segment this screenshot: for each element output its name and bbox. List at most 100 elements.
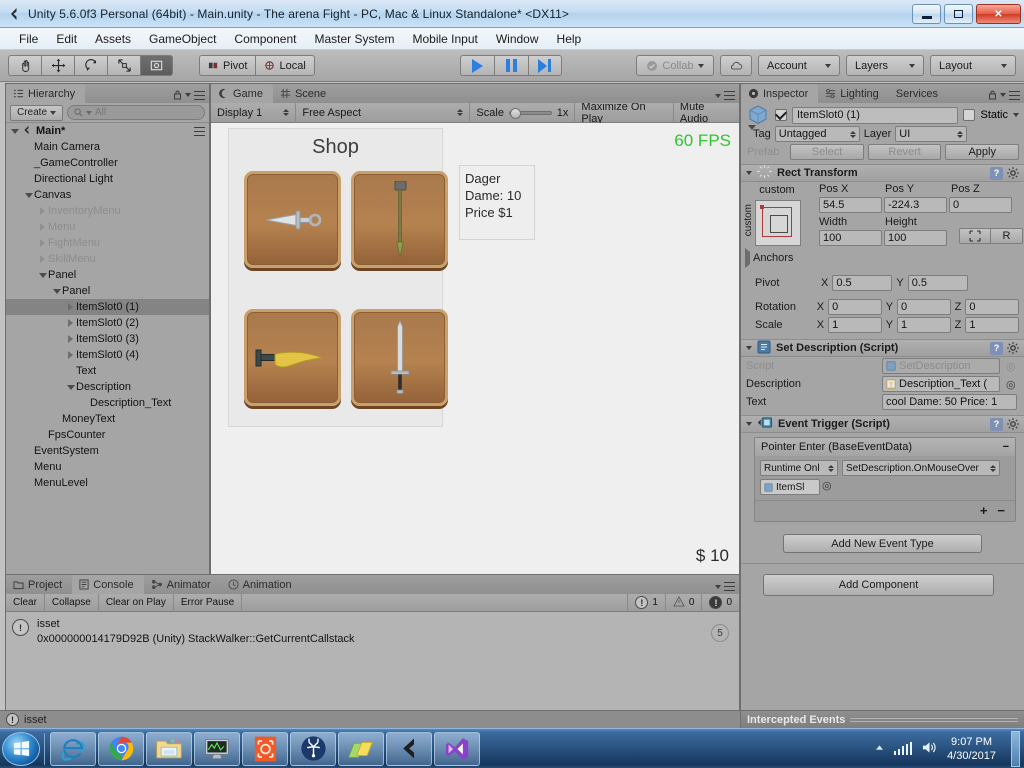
volume-icon[interactable] [921,740,938,758]
tab-project[interactable]: Project [6,575,72,594]
chevron-down-icon[interactable] [37,272,48,278]
taskbar-files-app[interactable] [338,731,384,766]
rotation-z-input[interactable]: 0 [965,299,1020,315]
scale-tool-button[interactable] [107,55,140,76]
runtime-mode-dropdown[interactable]: Runtime Onl [760,460,838,476]
pause-button[interactable] [493,55,528,76]
tab-services[interactable]: Services [889,84,948,103]
rotation-y-input[interactable]: 0 [897,299,951,315]
tab-animator[interactable]: Animator [144,575,221,594]
hierarchy-item[interactable]: Text [6,363,209,379]
taskbar-sourcetree[interactable] [290,731,336,766]
layers-dropdown[interactable]: Layers [846,55,924,76]
intercepted-events-footer[interactable]: Intercepted Events [741,710,1024,728]
tab-inspector[interactable]: Inspector [741,84,819,103]
account-dropdown[interactable]: Account [758,55,840,76]
console-log-entry[interactable]: ! isset 0x000000014179D92B (Unity) Stack… [6,612,739,652]
aspect-dropdown[interactable]: Free Aspect [296,102,471,123]
scene-menu-icon[interactable] [194,126,205,136]
mute-audio-toggle[interactable]: Mute Audio [674,101,739,125]
rect-tool-button[interactable] [140,55,173,76]
pivot-toggle[interactable]: Pivot [199,55,256,76]
tab-scene[interactable]: Scene [273,84,336,103]
hierarchy-item[interactable]: Description_Text [6,395,209,411]
taskbar-media-monitor[interactable] [194,731,240,766]
taskbar-visual-studio[interactable] [434,731,480,766]
console-warning-filter[interactable]: 0 [664,593,702,612]
static-checkbox[interactable] [963,109,976,121]
chevron-down-icon[interactable] [23,192,34,198]
anchors-foldout[interactable]: Anchors [745,248,793,268]
collab-button[interactable]: Collab [636,55,714,76]
hierarchy-item[interactable]: Canvas [6,187,209,203]
object-name-input[interactable]: ItemSlot0 (1) [792,106,959,124]
menu-mobile-input[interactable]: Mobile Input [403,30,486,48]
description-field[interactable]: T Description_Text ( [882,376,1000,392]
tab-console[interactable]: Console [72,575,144,594]
item-slot-spear[interactable] [351,171,448,268]
hand-tool-button[interactable] [8,55,41,76]
menu-icon[interactable] [194,90,205,100]
layout-dropdown[interactable]: Layout [930,55,1016,76]
local-toggle[interactable]: Local [255,55,315,76]
object-picker-icon[interactable]: ◎ [1006,360,1016,373]
chevron-right-icon[interactable] [65,335,76,343]
chevron-down-icon[interactable] [746,422,752,426]
chevron-down-icon[interactable] [746,346,752,350]
text-input[interactable]: cool Dame: 50 Price: 1 [882,394,1017,410]
console-info-filter[interactable]: ! 0 [701,593,739,612]
hierarchy-item[interactable]: Main Camera [6,139,209,155]
console-log-list[interactable]: ! isset 0x000000014179D92B (Unity) Stack… [6,612,739,710]
chevron-right-icon[interactable] [65,303,76,311]
tab-game[interactable]: Game [211,84,273,103]
menu-help[interactable]: Help [548,30,591,48]
scale-slider[interactable] [508,107,552,119]
cloud-button[interactable] [720,55,752,76]
game-canvas[interactable]: 60 FPS $ 10 Shop Dager Dame: 10 Price $1 [211,123,739,575]
move-tool-button[interactable] [41,55,74,76]
chevron-right-icon[interactable] [37,223,48,231]
menu-icon[interactable] [724,91,735,100]
chevron-right-icon[interactable] [37,255,48,263]
chevron-right-icon[interactable] [37,239,48,247]
layer-dropdown[interactable]: UI [895,126,968,142]
menu-file[interactable]: File [10,30,47,48]
hierarchy-item[interactable]: InventoryMenu [6,203,209,219]
callback-object-field[interactable]: ItemSl [760,479,820,495]
pos-x-input[interactable]: 54.5 [819,197,882,213]
hierarchy-item[interactable]: ItemSlot0 (4) [6,347,209,363]
scale-z-input[interactable]: 1 [965,317,1020,333]
menu-icon[interactable] [1009,90,1020,100]
chevron-down-icon[interactable] [65,384,76,390]
hierarchy-item[interactable]: Panel [6,267,209,283]
menu-edit[interactable]: Edit [47,30,86,48]
prefab-revert-button[interactable]: Revert [867,144,942,160]
console-collapse-toggle[interactable]: Collapse [45,593,99,612]
chevron-right-icon[interactable] [37,207,48,215]
pos-y-input[interactable]: -224.3 [884,197,947,213]
callback-function-dropdown[interactable]: SetDescription.OnMouseOver [842,460,1000,476]
help-icon[interactable]: ? [990,417,1003,431]
hierarchy-item[interactable]: ItemSlot0 (2) [6,315,209,331]
taskbar-clock[interactable]: 9:07 PM 4/30/2017 [947,735,996,763]
hierarchy-item[interactable]: EventSystem [6,443,209,459]
menu-component[interactable]: Component [225,30,305,48]
tab-lighting[interactable]: Lighting [818,84,889,103]
hierarchy-search-input[interactable]: All [67,105,205,120]
tab-animation[interactable]: Animation [221,575,302,594]
minimize-button[interactable] [912,4,941,24]
raw-edit-button[interactable]: R [991,228,1023,244]
object-active-checkbox[interactable] [775,109,787,121]
hierarchy-item[interactable]: ItemSlot0 (1) [6,299,209,315]
object-picker-icon[interactable]: ◎ [1006,378,1016,391]
hierarchy-item[interactable]: Menu [6,219,209,235]
step-button[interactable] [527,55,562,76]
taskbar-internet-explorer[interactable] [50,731,96,766]
add-new-event-type-button[interactable]: Add New Event Type [783,534,982,553]
set-description-header[interactable]: Set Description (Script) ? [741,339,1024,357]
chevron-down-icon[interactable] [746,171,752,175]
help-icon[interactable]: ? [990,166,1003,180]
pivot-x-input[interactable]: 0.5 [832,275,893,291]
chevron-right-icon[interactable] [65,351,76,359]
help-icon[interactable]: ? [990,341,1003,355]
